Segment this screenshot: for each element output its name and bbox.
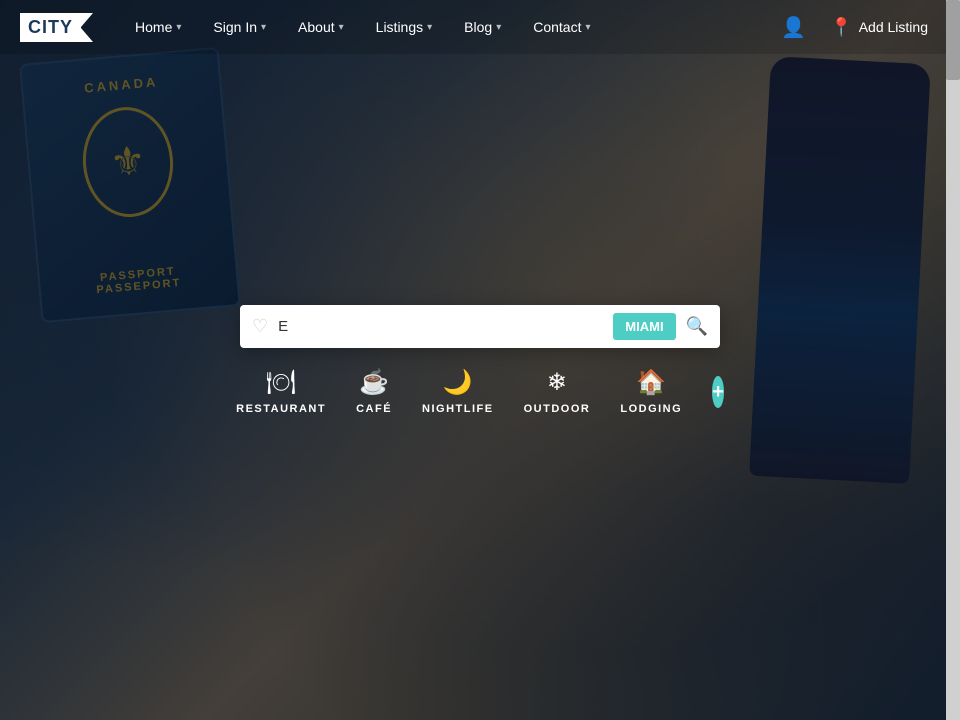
nav-signin[interactable]: Sign In ▾ — [199, 11, 280, 43]
lodging-label: LODGING — [620, 403, 682, 415]
category-cafe[interactable]: ☕ CAFÉ — [356, 368, 392, 415]
categories: 🍽 RESTAURANT ☕ CAFÉ 🌙 NIGHTLIFE ❄ OUTDOO… — [240, 368, 720, 415]
navbar: CITY Home ▾ Sign In ▾ About ▾ Listings ▾… — [0, 0, 960, 54]
logo[interactable]: CITY — [20, 13, 81, 42]
category-outdoor[interactable]: ❄ OUTDOOR — [524, 368, 591, 415]
add-listing-button[interactable]: 📍 Add Listing — [818, 11, 940, 44]
search-box: ♡ MIAMI 🔍 — [240, 305, 720, 348]
nightlife-icon: 🌙 — [443, 368, 473, 397]
nav-right: 👤 📍 Add Listing — [781, 11, 940, 44]
location-button[interactable]: MIAMI — [613, 313, 675, 340]
scrollbar-thumb[interactable] — [946, 0, 960, 80]
search-input[interactable] — [278, 318, 603, 335]
category-nightlife[interactable]: 🌙 NIGHTLIFE — [422, 368, 494, 415]
scrollbar[interactable] — [946, 0, 960, 720]
lodging-icon: 🏠 — [636, 368, 666, 397]
category-lodging[interactable]: 🏠 LODGING — [620, 368, 682, 415]
outdoor-icon: ❄ — [547, 368, 567, 397]
search-section: ♡ MIAMI 🔍 🍽 RESTAURANT ☕ CAFÉ 🌙 NIGHTLIF… — [240, 305, 720, 415]
contact-dropdown-arrow: ▾ — [585, 22, 590, 33]
logo-text: CITY — [20, 13, 81, 42]
heart-icon: ♡ — [252, 316, 268, 337]
signin-dropdown-arrow: ▾ — [261, 22, 266, 33]
home-dropdown-arrow: ▾ — [176, 22, 181, 33]
nightlife-label: NIGHTLIFE — [422, 403, 494, 415]
cafe-icon: ☕ — [359, 368, 389, 397]
nav-home[interactable]: Home ▾ — [121, 11, 195, 43]
nav-links: Home ▾ Sign In ▾ About ▾ Listings ▾ Blog… — [121, 11, 781, 43]
category-restaurant[interactable]: 🍽 RESTAURANT — [236, 368, 326, 415]
listings-dropdown-arrow: ▾ — [427, 22, 432, 33]
nav-about[interactable]: About ▾ — [284, 11, 358, 43]
user-icon[interactable]: 👤 — [781, 15, 806, 40]
nav-listings[interactable]: Listings ▾ — [362, 11, 447, 43]
search-magnifier-icon: 🔍 — [686, 316, 708, 336]
pin-icon: 📍 — [830, 17, 852, 38]
outdoor-label: OUTDOOR — [524, 403, 591, 415]
restaurant-icon: 🍽 — [266, 368, 296, 397]
cafe-label: CAFÉ — [356, 403, 392, 415]
nav-contact[interactable]: Contact ▾ — [519, 11, 604, 43]
restaurant-label: RESTAURANT — [236, 403, 326, 415]
search-submit-button[interactable]: 🔍 — [686, 316, 708, 337]
nav-blog[interactable]: Blog ▾ — [450, 11, 515, 43]
blog-dropdown-arrow: ▾ — [496, 22, 501, 33]
about-dropdown-arrow: ▾ — [339, 22, 344, 33]
add-listing-label: Add Listing — [859, 19, 928, 35]
more-categories-button[interactable]: + — [712, 376, 724, 408]
